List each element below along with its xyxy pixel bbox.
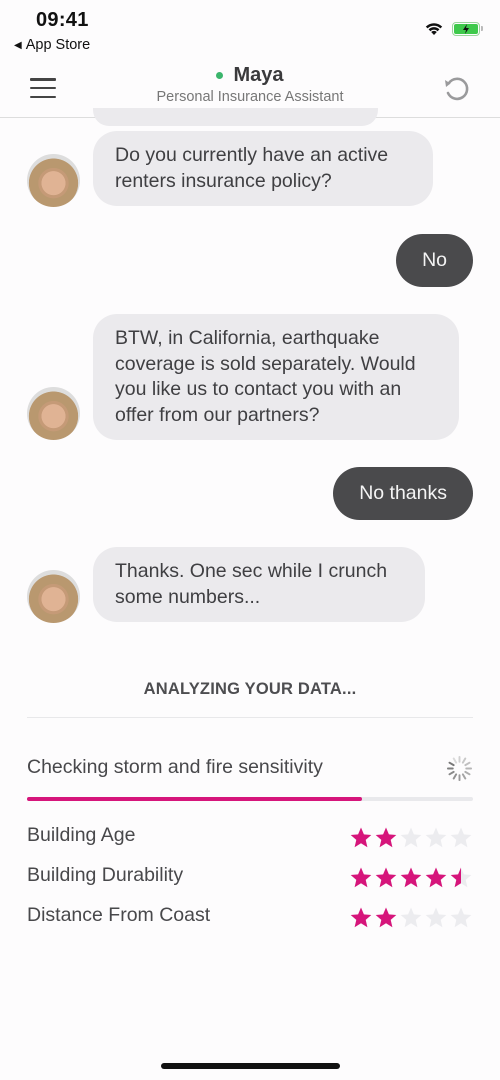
restart-icon[interactable] <box>442 74 472 104</box>
star-empty-icon <box>400 907 422 928</box>
star-filled-icon <box>350 867 372 888</box>
rating-row: Building Durability <box>27 862 473 892</box>
star-rating <box>349 906 473 930</box>
rating-row: Distance From Coast <box>27 902 473 932</box>
rating-row: Building Age <box>27 822 473 852</box>
star-filled-icon <box>375 867 397 888</box>
wifi-icon <box>425 23 443 35</box>
avatar <box>27 154 80 207</box>
star-filled-icon <box>350 907 372 928</box>
progress-bar-fill <box>27 797 362 801</box>
rating-label: Building Age <box>27 824 136 846</box>
star-half-icon <box>450 867 472 888</box>
analyzing-title: ANALYZING YOUR DATA... <box>143 680 357 698</box>
back-to-app-link[interactable]: ◀ App Store <box>14 37 90 53</box>
status-icons <box>424 21 483 36</box>
star-filled-icon <box>350 827 372 848</box>
assistant-name: Maya <box>233 64 284 86</box>
star-rating <box>349 866 473 890</box>
star-filled-icon <box>375 827 397 848</box>
home-indicator[interactable] <box>161 1063 340 1069</box>
star-rating <box>349 826 473 850</box>
back-triangle-icon: ◀ <box>14 39 22 51</box>
online-status-dot <box>216 72 224 79</box>
bot-message-bubble: BTW, in California, earthquake coverage … <box>93 314 459 440</box>
avatar <box>27 387 80 440</box>
star-filled-icon <box>400 867 422 888</box>
assistant-info: Maya Personal Insurance Assistant <box>0 64 500 105</box>
star-filled-icon <box>375 907 397 928</box>
rating-label: Distance From Coast <box>27 904 211 926</box>
progress-bar <box>27 797 473 801</box>
user-message-bubble: No <box>396 234 473 287</box>
bot-message-bubble: Do you currently have an active renters … <box>93 131 433 206</box>
divider <box>27 717 473 718</box>
avatar <box>27 570 80 623</box>
loading-spinner-icon <box>446 755 473 782</box>
status-time: 09:41 <box>36 9 89 31</box>
star-empty-icon <box>425 907 447 928</box>
star-empty-icon <box>400 827 422 848</box>
status-bar: 09:41 ◀ App Store <box>0 0 500 60</box>
battery-charging-icon <box>452 21 483 36</box>
star-empty-icon <box>450 907 472 928</box>
current-step-label: Checking storm and fire sensitivity <box>27 756 323 778</box>
star-empty-icon <box>450 827 472 848</box>
back-app-label: App Store <box>25 37 91 53</box>
user-message-bubble: No thanks <box>333 467 473 520</box>
star-empty-icon <box>425 827 447 848</box>
assistant-subtitle: Personal Insurance Assistant <box>156 89 344 105</box>
bot-message-bubble: Thanks. One sec while I crunch some numb… <box>93 547 425 622</box>
previous-message-bubble <box>93 108 378 126</box>
star-filled-icon <box>425 867 447 888</box>
rating-label: Building Durability <box>27 864 184 886</box>
